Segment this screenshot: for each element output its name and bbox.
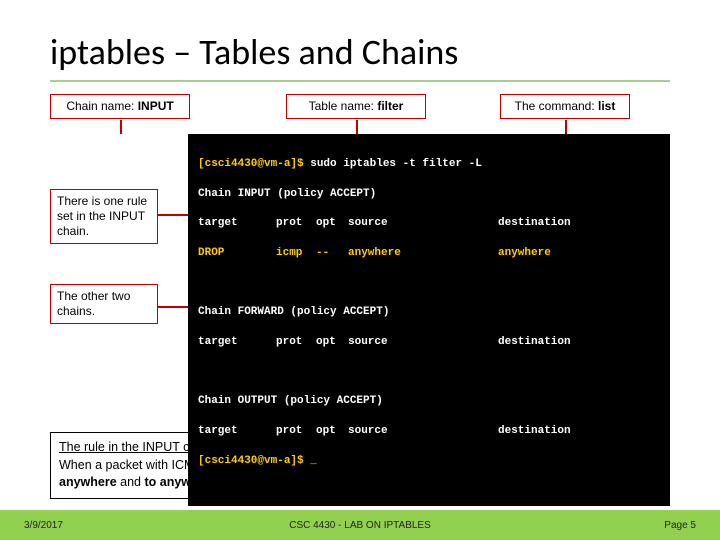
col-dest: destination <box>498 216 608 231</box>
rule-source: anywhere <box>348 246 498 261</box>
col-prot: prot <box>276 424 316 439</box>
explain-text: and <box>117 475 145 489</box>
connector-line <box>565 120 567 134</box>
footer-course: CSC 4430 - LAB ON IPTABLES <box>289 520 431 531</box>
annotation-table-name: Table name: filter <box>286 94 426 119</box>
page-title: iptables – Tables and Chains <box>0 0 720 80</box>
annotation-chain-name: Chain name: INPUT <box>50 94 190 119</box>
col-target: target <box>198 335 276 350</box>
col-target: target <box>198 424 276 439</box>
terminal-chain-header: Chain FORWARD (policy ACCEPT) <box>198 305 660 320</box>
annot-label: Table name: <box>309 99 378 113</box>
annot-value: INPUT <box>138 99 174 113</box>
connector-line <box>158 306 188 308</box>
terminal-rule-row: DROPicmp--anywhereanywhere <box>198 246 660 261</box>
col-opt: opt <box>316 335 348 350</box>
col-target: target <box>198 216 276 231</box>
annot-label: Chain name: <box>66 99 137 113</box>
col-opt: opt <box>316 424 348 439</box>
col-source: source <box>348 335 498 350</box>
col-prot: prot <box>276 335 316 350</box>
terminal-columns: targetprotoptsourcedestination <box>198 335 660 350</box>
rule-target: DROP <box>198 246 276 261</box>
connector-line <box>120 120 122 134</box>
rule-opt: -- <box>316 246 348 261</box>
connector-line <box>356 120 358 134</box>
rule-prot: icmp <box>276 246 316 261</box>
annotation-input-rule: There is one rule set in the INPUT chain… <box>50 189 158 244</box>
col-opt: opt <box>316 216 348 231</box>
terminal: [csci4430@vm-a]$ sudo iptables -t filter… <box>188 134 670 506</box>
col-source: source <box>348 424 498 439</box>
terminal-blank <box>198 276 660 291</box>
terminal-command: sudo iptables -t filter -L <box>310 158 482 170</box>
footer-page: Page 5 <box>664 520 696 531</box>
annotation-command: The command: list <box>500 94 630 119</box>
col-source: source <box>348 216 498 231</box>
footer-date: 3/9/2017 <box>24 520 63 531</box>
footer-bar: 3/9/2017 CSC 4430 - LAB ON IPTABLES Page… <box>0 510 720 540</box>
terminal-columns: targetprotoptsourcedestination <box>198 216 660 231</box>
terminal-prompt: [csci4430@vm-a]$ _ <box>198 454 660 469</box>
terminal-columns: targetprotoptsourcedestination <box>198 424 660 439</box>
col-dest: destination <box>498 424 608 439</box>
annot-label: The command: <box>515 99 598 113</box>
terminal-blank <box>198 365 660 380</box>
col-dest: destination <box>498 335 608 350</box>
annot-value: filter <box>377 99 403 113</box>
diagram-stage: Chain name: INPUT Table name: filter The… <box>50 94 670 424</box>
annotation-other-chains: The other two chains. <box>50 284 158 324</box>
terminal-chain-header: Chain OUTPUT (policy ACCEPT) <box>198 394 660 409</box>
col-prot: prot <box>276 216 316 231</box>
title-underline <box>50 80 670 82</box>
terminal-chain-header: Chain INPUT (policy ACCEPT) <box>198 187 660 202</box>
connector-line <box>158 214 188 216</box>
terminal-prompt: [csci4430@vm-a]$ <box>198 158 310 170</box>
rule-dest: anywhere <box>498 246 608 261</box>
annot-value: list <box>598 99 615 113</box>
